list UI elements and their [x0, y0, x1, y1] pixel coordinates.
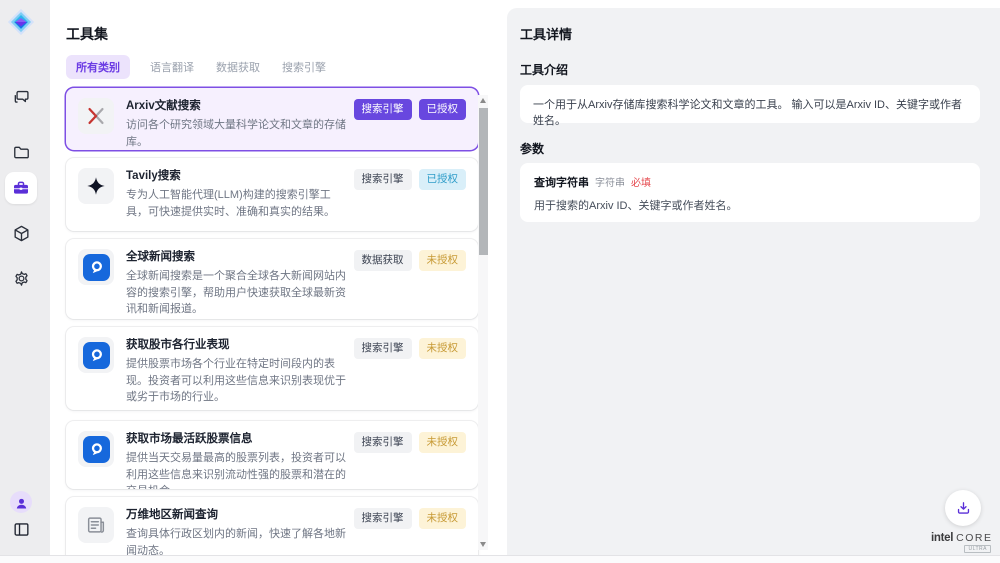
tool-card-tavily[interactable]: Tavily搜索 专为人工智能代理(LLM)构建的搜索引擎工具，可快速提供实时、…: [66, 158, 478, 231]
tool-description: 提供当天交易量最高的股票列表，投资者可以利用这些信息来识别流动性强的股票和潜在的…: [126, 450, 348, 489]
core-wordmark: CORE: [956, 532, 992, 544]
scrollbar-up-arrow-icon[interactable]: [480, 98, 486, 103]
sidebar-item-files[interactable]: [11, 142, 32, 163]
tool-name: 获取股市各行业表现: [126, 337, 348, 353]
tool-list: Arxiv文献搜索 访问各个研究领域大量科学论文和文章的存储库。 搜索引擎 已授…: [50, 84, 495, 555]
details-title: 工具详情: [520, 24, 572, 43]
juhe-q-icon: [78, 337, 114, 373]
intro-text-box: 一个用于从Arxiv存储库搜索科学论文和文章的工具。 输入可以是Arxiv ID…: [520, 85, 980, 123]
intel-core-logo: intel CORE ULTRA: [931, 532, 991, 553]
gear-icon: [12, 269, 31, 288]
person-icon: [14, 496, 29, 511]
auth-badge: 未授权: [419, 508, 467, 529]
category-badge: 数据获取: [354, 250, 412, 271]
category-badge: 搜索引擎: [354, 432, 412, 453]
newspaper-icon: [78, 507, 114, 543]
download-icon: [955, 500, 972, 517]
download-button[interactable]: [945, 490, 981, 526]
tool-card-global-news[interactable]: 全球新闻搜索 全球新闻搜索是一个聚合全球各大新闻网站内容的搜索引擎，帮助用户快速…: [66, 239, 478, 319]
sidebar-item-chat[interactable]: [11, 87, 32, 108]
tool-details-panel: 工具详情 工具介绍 一个用于从Arxiv存储库搜索科学论文和文章的工具。 输入可…: [507, 8, 1000, 555]
tool-name: 获取市场最活跃股票信息: [126, 431, 348, 447]
app-logo-icon: [7, 8, 35, 36]
ultra-badge: ULTRA: [964, 545, 991, 553]
sidebar-item-settings[interactable]: [11, 268, 32, 289]
sidebar-rail: [0, 0, 50, 555]
category-tabs: 所有类别 语言翻译 数据获取 搜索引擎: [66, 55, 328, 79]
tab-data-fetch[interactable]: 数据获取: [214, 55, 262, 79]
arxiv-icon: [78, 98, 114, 134]
tool-name: 万维地区新闻查询: [126, 507, 348, 523]
scrollbar-track[interactable]: [478, 95, 488, 550]
tool-description: 专为人工智能代理(LLM)构建的搜索引擎工具，可快速提供实时、准确和真实的结果。: [126, 187, 348, 220]
scrollbar-down-arrow-icon[interactable]: [480, 542, 486, 547]
user-avatar[interactable]: [10, 491, 32, 513]
category-badge: 搜索引擎: [354, 508, 412, 529]
auth-badge: 已授权: [419, 169, 467, 190]
juhe-q-icon: [78, 249, 114, 285]
tavily-star-icon: [78, 168, 114, 204]
chat-bubbles-icon: [12, 88, 31, 107]
auth-badge: 未授权: [419, 250, 467, 271]
tool-name: Tavily搜索: [126, 168, 348, 184]
folder-icon: [12, 143, 31, 162]
tool-name: 全球新闻搜索: [126, 249, 348, 265]
category-badge: 搜索引擎: [354, 99, 412, 120]
scrollbar-thumb[interactable]: [479, 108, 488, 255]
juhe-q-icon: [78, 431, 114, 467]
parameter-type: 字符串: [595, 174, 625, 189]
tab-language-translation[interactable]: 语言翻译: [148, 55, 196, 79]
parameter-description: 用于搜索的Arxiv ID、关键字或作者姓名。: [534, 197, 966, 213]
page-title: 工具集: [66, 24, 108, 44]
intro-text: 一个用于从Arxiv存储库搜索科学论文和文章的工具。 输入可以是Arxiv ID…: [533, 99, 962, 127]
auth-badge: 未授权: [419, 338, 467, 359]
tool-card-arxiv[interactable]: Arxiv文献搜索 访问各个研究领域大量科学论文和文章的存储库。 搜索引擎 已授…: [66, 88, 478, 150]
tool-description: 查询具体行政区划内的新闻，快速了解各地新闻动态。: [126, 526, 348, 555]
tool-card-active-stocks[interactable]: 获取市场最活跃股票信息 提供当天交易量最高的股票列表，投资者可以利用这些信息来识…: [66, 421, 478, 489]
sidebar-collapse-button[interactable]: [11, 519, 32, 540]
parameter-required-badge: 必填: [631, 174, 651, 189]
sidebar-item-tools-active[interactable]: [5, 172, 37, 204]
intro-heading: 工具介绍: [520, 61, 568, 78]
auth-badge: 已授权: [419, 99, 467, 120]
tool-description: 全球新闻搜索是一个聚合全球各大新闻网站内容的搜索引擎，帮助用户快速获取全球最新资…: [126, 268, 348, 318]
params-heading: 参数: [520, 140, 544, 157]
tool-description: 提供股票市场各个行业在特定时间段内的表现。投资者可以利用这些信息来识别表现优于或…: [126, 356, 348, 406]
panel-collapse-icon: [12, 520, 31, 539]
cube-icon: [12, 224, 31, 243]
tab-all-categories[interactable]: 所有类别: [66, 55, 130, 79]
parameter-name: 查询字符串: [534, 174, 589, 190]
parameter-item: 查询字符串 字符串 必填 用于搜索的Arxiv ID、关键字或作者姓名。: [520, 163, 980, 222]
intel-wordmark: intel: [931, 532, 953, 544]
toolbox-icon: [11, 178, 31, 198]
window-bottom-edge: [0, 555, 1000, 563]
tool-description: 访问各个研究领域大量科学论文和文章的存储库。: [126, 117, 348, 150]
tool-card-regional-news[interactable]: 万维地区新闻查询 查询具体行政区划内的新闻，快速了解各地新闻动态。 搜索引擎 未…: [66, 497, 478, 555]
sidebar-item-models[interactable]: [11, 223, 32, 244]
category-badge: 搜索引擎: [354, 338, 412, 359]
app-window: { "colors": { "accent_purple": "#6847df"…: [0, 0, 1000, 563]
tool-card-stock-sectors[interactable]: 获取股市各行业表现 提供股票市场各个行业在特定时间段内的表现。投资者可以利用这些…: [66, 327, 478, 410]
auth-badge: 未授权: [419, 432, 467, 453]
tool-name: Arxiv文献搜索: [126, 98, 348, 114]
tab-search-engine[interactable]: 搜索引擎: [280, 55, 328, 79]
category-badge: 搜索引擎: [354, 169, 412, 190]
